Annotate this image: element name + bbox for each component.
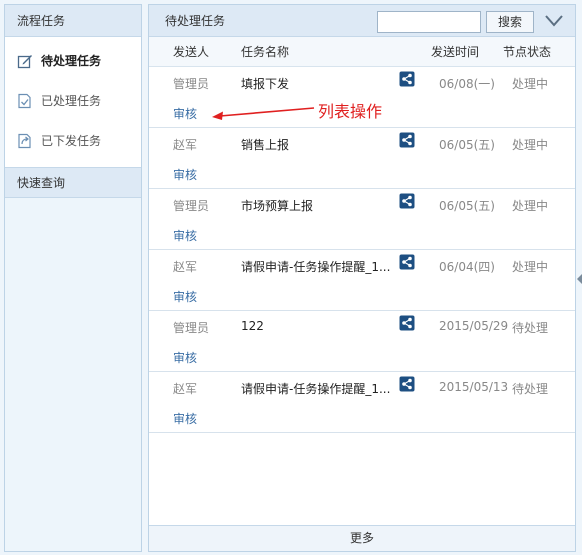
sent-doc-icon: [18, 133, 31, 149]
page-title: 待处理任务: [165, 14, 226, 28]
row-task-name[interactable]: 销售上报: [241, 136, 391, 153]
chevron-down-icon[interactable]: [544, 13, 564, 29]
row-task-name[interactable]: 122: [241, 319, 391, 333]
quick-query-header[interactable]: 快速查询: [5, 168, 141, 198]
row-send-time: 2015/05/13: [439, 380, 509, 394]
sidebar-item-label: 待处理任务: [41, 54, 102, 68]
column-header-send-time: 发送时间: [431, 45, 480, 59]
row-sender: 赵军: [173, 138, 198, 152]
table-row: 赵军 请假申请-任务操作提醒_1... 2015/05/13 待处理 审核: [149, 372, 575, 433]
row-send-time: 06/04(四): [439, 260, 495, 274]
table-row: 管理员 122 2015/05/29 待处理 审核: [149, 311, 575, 372]
share-icon[interactable]: [399, 71, 415, 87]
review-link[interactable]: 审核: [173, 288, 197, 305]
table-row: 赵军 请假申请-任务操作提醒_1... 06/04(四) 处理中 审核: [149, 250, 575, 311]
share-icon[interactable]: [399, 315, 415, 331]
row-task-name[interactable]: 市场预算上报: [241, 197, 391, 214]
share-icon[interactable]: [399, 254, 415, 270]
row-status: 处理中: [512, 77, 549, 91]
review-link[interactable]: 审核: [173, 227, 197, 244]
panel-header: 待处理任务 搜索: [149, 5, 575, 37]
annotation-arrow: [212, 107, 315, 120]
sidebar-item-pending[interactable]: 待处理任务: [5, 41, 141, 81]
sidebar: 流程任务 待处理任务 已处理任务 已下发任务 快速查询: [4, 4, 142, 552]
row-send-time: 2015/05/29: [439, 319, 509, 333]
annotation-label: 列表操作: [318, 102, 383, 121]
column-header-task-name: 任务名称: [241, 45, 290, 59]
review-link[interactable]: 审核: [173, 410, 197, 427]
table-row: 赵军 销售上报 06/05(五) 处理中 审核: [149, 128, 575, 189]
row-sender: 管理员: [173, 199, 210, 213]
column-header-node-status: 节点状态: [503, 45, 552, 59]
share-icon[interactable]: [399, 376, 415, 392]
row-status: 处理中: [512, 199, 549, 213]
review-link[interactable]: 审核: [173, 166, 197, 183]
table-header: 发送人 任务名称 发送时间 节点状态: [149, 37, 575, 67]
sidebar-item-label: 已处理任务: [41, 94, 102, 108]
table-row: 管理员 市场预算上报 06/05(五) 处理中 审核: [149, 189, 575, 250]
row-sender: 管理员: [173, 77, 210, 91]
sidebar-item-processed[interactable]: 已处理任务: [5, 81, 141, 121]
sidebar-item-sent[interactable]: 已下发任务: [5, 121, 141, 161]
column-header-sender: 发送人: [173, 45, 210, 59]
row-status: 处理中: [512, 138, 549, 152]
review-link[interactable]: 审核: [173, 349, 197, 366]
collapse-handle-icon[interactable]: [577, 274, 582, 284]
more-button[interactable]: 更多: [149, 525, 575, 551]
row-send-time: 06/05(五): [439, 138, 495, 152]
row-status: 待处理: [512, 382, 549, 396]
row-send-time: 06/08(一): [439, 77, 495, 91]
checked-doc-icon: [18, 93, 31, 109]
row-task-name[interactable]: 请假申请-任务操作提醒_1...: [241, 380, 391, 397]
list-action-annotation: 列表操作: [210, 98, 390, 128]
task-panel: 待处理任务 搜索 发送人 任务名称 发送时间 节点状态 管理员 填报下发 06/…: [148, 4, 576, 552]
row-sender: 管理员: [173, 321, 210, 335]
edit-icon: [17, 55, 32, 69]
row-sender: 赵军: [173, 260, 198, 274]
sidebar-nav: 待处理任务 已处理任务 已下发任务: [5, 37, 141, 168]
sidebar-item-label: 已下发任务: [41, 134, 102, 148]
review-link[interactable]: 审核: [173, 105, 197, 122]
search-input[interactable]: [377, 11, 481, 33]
row-status: 待处理: [512, 321, 549, 335]
row-sender: 赵军: [173, 382, 198, 396]
row-task-name[interactable]: 填报下发: [241, 75, 391, 92]
row-task-name[interactable]: 请假申请-任务操作提醒_1...: [241, 258, 391, 275]
sidebar-title: 流程任务: [5, 5, 141, 37]
share-icon[interactable]: [399, 193, 415, 209]
share-icon[interactable]: [399, 132, 415, 148]
search-button[interactable]: 搜索: [486, 11, 534, 33]
row-status: 处理中: [512, 260, 549, 274]
row-send-time: 06/05(五): [439, 199, 495, 213]
